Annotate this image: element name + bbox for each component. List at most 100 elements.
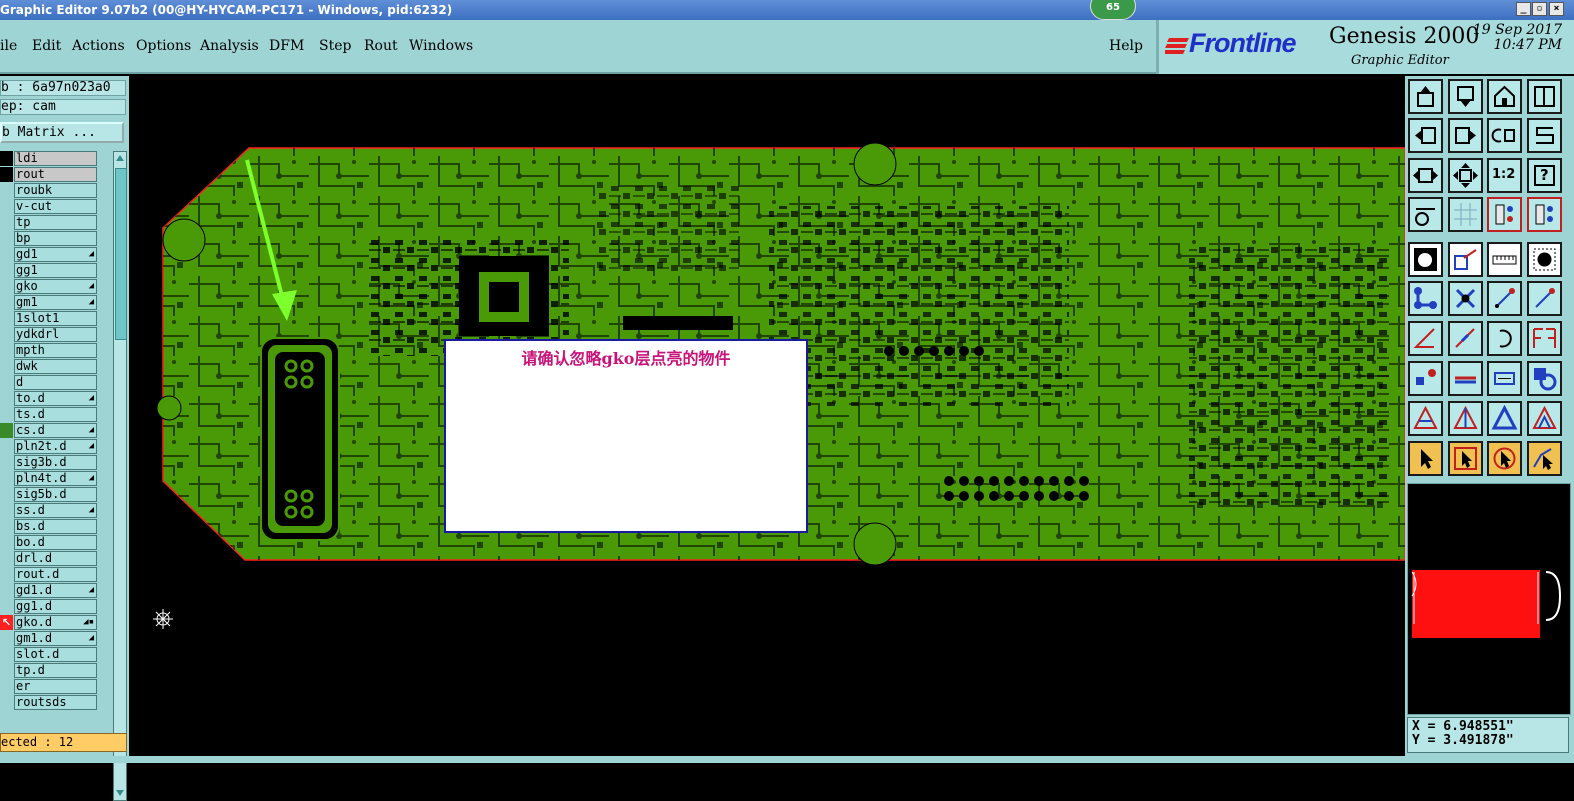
layer-color-swatch[interactable]	[0, 391, 13, 406]
minimize-button[interactable]: _	[1516, 2, 1531, 16]
layer-color-swatch[interactable]	[0, 231, 13, 246]
layer-row[interactable]: gko ◢	[14, 279, 97, 294]
notification-badge[interactable]: 65	[1090, 0, 1136, 20]
layer-color-swatch[interactable]	[0, 647, 13, 662]
menu-analysis[interactable]: Analysis	[200, 38, 259, 54]
close-button[interactable]: ×	[1549, 2, 1564, 16]
pad-tool[interactable]	[1527, 361, 1562, 396]
move-tool[interactable]	[1408, 361, 1443, 396]
layer-compare-tool[interactable]	[1527, 197, 1562, 232]
layer-row[interactable]: pln4t.d ◢	[14, 471, 97, 486]
fill-mode-tool[interactable]	[1408, 242, 1443, 277]
zoom-fit-tool[interactable]	[1408, 158, 1443, 193]
layer-color-swatch[interactable]	[0, 167, 13, 182]
layer-row[interactable]: d	[14, 375, 97, 390]
outline-mode-tool[interactable]	[1448, 242, 1483, 277]
layer-row[interactable]: ts.d	[14, 407, 97, 422]
scroll-thumb[interactable]	[115, 168, 127, 340]
layer-color-swatch[interactable]	[0, 599, 13, 614]
layer-color-swatch[interactable]	[0, 679, 13, 694]
cross-tool[interactable]	[1448, 281, 1483, 316]
undo-view-tool[interactable]	[1487, 118, 1522, 153]
triangle-b-tool[interactable]	[1448, 401, 1483, 436]
layer-row[interactable]: tp	[14, 215, 97, 230]
break-tool[interactable]	[1448, 361, 1483, 396]
layer-scrollbar[interactable]	[113, 151, 127, 801]
fill-edit-tool[interactable]	[1527, 321, 1562, 356]
layer-row[interactable]: gm1.d ◢	[14, 631, 97, 646]
layer-row[interactable]: mpth	[14, 343, 97, 358]
layer-row[interactable]: dwk	[14, 359, 97, 374]
layer-color-swatch[interactable]	[0, 663, 13, 678]
layer-row[interactable]: roubk	[14, 183, 97, 198]
select-tool[interactable]	[1408, 441, 1443, 476]
layer-row[interactable]: bp	[14, 231, 97, 246]
menu-dfm[interactable]: DFM	[269, 38, 304, 54]
layer-color-swatch[interactable]	[0, 151, 13, 166]
help-tool[interactable]: ?	[1527, 158, 1562, 193]
minimap[interactable]	[1407, 483, 1571, 715]
layer-row[interactable]: cs.d ◢	[14, 423, 97, 438]
measure-tool[interactable]	[1487, 242, 1522, 277]
layer-color-swatch[interactable]	[0, 199, 13, 214]
triangle-c-tool[interactable]	[1487, 401, 1522, 436]
layer-row[interactable]: 1slot1	[14, 311, 97, 326]
layer-color-swatch[interactable]	[0, 519, 13, 534]
layer-row[interactable]: sig5b.d	[14, 487, 97, 502]
layer-row[interactable]: to.d ◢	[14, 391, 97, 406]
layer-color-swatch[interactable]	[0, 359, 13, 374]
layer-row[interactable]: slot.d	[14, 647, 97, 662]
layer-row[interactable]: rout.d	[14, 567, 97, 582]
redraw-tool[interactable]	[1527, 118, 1562, 153]
menu-windows[interactable]: Windows	[409, 38, 473, 54]
layer-row[interactable]: ss.d ◢	[14, 503, 97, 518]
angle-tool[interactable]	[1408, 321, 1443, 356]
layer-color-swatch[interactable]	[0, 695, 13, 710]
net-tool[interactable]	[1408, 281, 1443, 316]
job-matrix-button[interactable]: b Matrix ...	[0, 122, 124, 143]
layer-row[interactable]: v-cut	[14, 199, 97, 214]
select-area-tool[interactable]	[1448, 441, 1483, 476]
layer-color-swatch[interactable]	[0, 455, 13, 470]
line-point-tool[interactable]	[1487, 281, 1522, 316]
layer-row[interactable]: routsds	[14, 695, 97, 710]
layer-color-swatch[interactable]	[0, 279, 13, 294]
stretch-tool[interactable]	[1487, 361, 1522, 396]
layer-color-swatch[interactable]	[0, 295, 13, 310]
layer-row[interactable]: gko.d ◢▪	[14, 615, 97, 630]
maximize-button[interactable]: ▫	[1532, 2, 1547, 16]
layer-color-swatch[interactable]	[0, 407, 13, 422]
layer-row[interactable]: gg1	[14, 263, 97, 278]
line-end-tool[interactable]	[1527, 281, 1562, 316]
layer-color-swatch[interactable]	[0, 631, 13, 646]
layer-row[interactable]: gd1.d ◢	[14, 583, 97, 598]
layer-color-swatch[interactable]	[0, 583, 13, 598]
layer-color-swatch[interactable]	[0, 423, 13, 438]
line-tool[interactable]	[1448, 321, 1483, 356]
layer-color-swatch[interactable]	[0, 327, 13, 342]
layer-color-swatch[interactable]	[0, 535, 13, 550]
home-tool[interactable]	[1487, 79, 1522, 114]
layer-row[interactable]: gg1.d	[14, 599, 97, 614]
layer-color-swatch[interactable]	[0, 215, 13, 230]
select-net-tool[interactable]	[1527, 441, 1562, 476]
layer-row[interactable]: sig3b.d	[14, 455, 97, 470]
layer-up-tool[interactable]	[1408, 79, 1443, 114]
menu-options[interactable]: Options	[136, 38, 191, 54]
layer-color-swatch[interactable]	[0, 183, 13, 198]
layer-row[interactable]: drl.d	[14, 551, 97, 566]
menu-rout[interactable]: Rout	[364, 38, 398, 54]
layer-toggle-tool[interactable]	[1487, 197, 1522, 232]
menu-file[interactable]: ile	[0, 38, 17, 54]
layer-color-swatch[interactable]	[0, 503, 13, 518]
layer-row[interactable]: ldi	[14, 151, 97, 166]
layer-row[interactable]: rout	[14, 167, 97, 182]
layer-color-swatch[interactable]	[0, 471, 13, 486]
scroll-down-icon[interactable]	[115, 788, 125, 798]
select-circle-tool[interactable]	[1487, 441, 1522, 476]
layer-row[interactable]: bo.d	[14, 535, 97, 550]
dot-tool[interactable]	[1527, 242, 1562, 277]
layer-row[interactable]: ydkdrl	[14, 327, 97, 342]
layer-color-swatch[interactable]	[0, 439, 13, 454]
window-split-tool[interactable]	[1527, 79, 1562, 114]
